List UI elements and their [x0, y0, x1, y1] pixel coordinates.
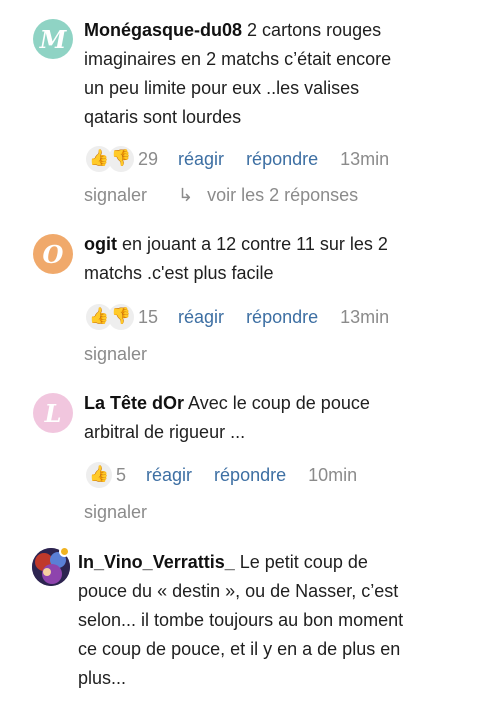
reaction-summary[interactable]: 👍 5 — [86, 462, 126, 488]
thumbs-down-icon: 👎 — [108, 304, 134, 330]
comment-actions: 👍 👎 29 réagir répondre 13min — [86, 144, 389, 174]
reaction-count: 5 — [116, 464, 127, 485]
comment-author[interactable]: In_Vino_Verrattis_ — [78, 552, 235, 572]
comment-text: ogit en jouant a 12 contre 11 sur les 2 … — [84, 234, 388, 283]
comment-author[interactable]: ogit — [84, 234, 117, 254]
comment-actions: 👍 5 réagir répondre 10min — [86, 460, 357, 490]
avatar[interactable]: O — [33, 234, 73, 274]
reply-link[interactable]: répondre — [214, 465, 286, 486]
reply-link[interactable]: répondre — [246, 307, 318, 328]
comment-actions: 👍 👎 15 réagir répondre 13min — [86, 302, 389, 332]
comment-author[interactable]: Monégasque-du08 — [84, 20, 242, 40]
online-status-dot — [59, 546, 70, 557]
reaction-count: 29 — [138, 148, 159, 169]
view-replies-link[interactable]: ↳ voir les 2 réponses — [178, 185, 358, 206]
timestamp: 13min — [340, 306, 390, 327]
thumbs-up-icon: 👍 — [86, 462, 112, 488]
comment-text: In_Vino_Verrattis_ Le petit coup de pouc… — [78, 552, 404, 688]
reply-link[interactable]: répondre — [246, 149, 318, 170]
timestamp: 10min — [308, 464, 358, 485]
avatar[interactable]: L — [33, 393, 73, 433]
react-link[interactable]: réagir — [178, 307, 224, 328]
comment-text: Monégasque-du08 2 cartons rouges imagina… — [84, 20, 392, 127]
comment-text: La Tête dOr Avec le coup de pouce arbitr… — [84, 393, 370, 442]
reply-arrow-icon: ↳ — [178, 185, 194, 205]
comment-author[interactable]: La Tête dOr — [84, 393, 184, 413]
thumbs-down-icon: 👎 — [108, 146, 134, 172]
reaction-count: 15 — [138, 306, 159, 327]
react-link[interactable]: réagir — [178, 149, 224, 170]
report-link[interactable]: signaler — [84, 344, 147, 365]
report-link[interactable]: signaler — [84, 185, 147, 206]
reaction-summary[interactable]: 👍 👎 15 — [86, 304, 158, 330]
report-link[interactable]: signaler — [84, 502, 147, 523]
timestamp: 13min — [340, 148, 390, 169]
reaction-summary[interactable]: 👍 👎 29 — [86, 146, 158, 172]
avatar[interactable]: M — [33, 19, 73, 59]
react-link[interactable]: réagir — [146, 465, 192, 486]
